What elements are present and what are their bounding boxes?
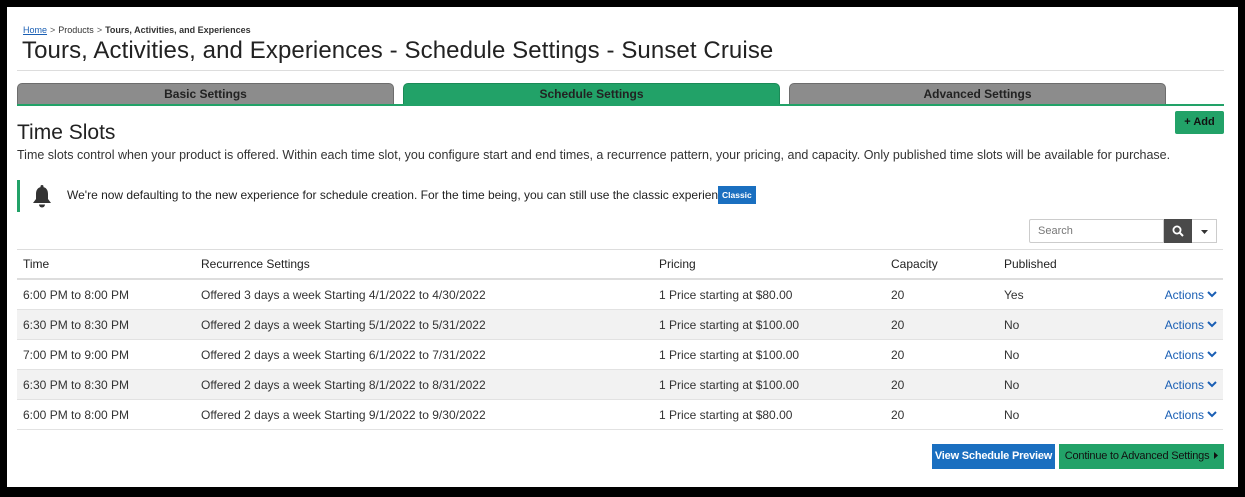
actions-dropdown[interactable]: Actions [1165, 318, 1217, 332]
cell-capacity: 20 [885, 369, 998, 400]
column-header-time[interactable]: Time [17, 249, 195, 280]
table-row: 7:00 PM to 9:00 PM Offered 2 days a week… [17, 339, 1223, 370]
column-header-capacity[interactable]: Capacity [885, 249, 998, 280]
cell-actions: Actions [1130, 369, 1223, 400]
cell-pricing: 1 Price starting at $100.00 [653, 339, 885, 370]
cell-pricing: 1 Price starting at $80.00 [653, 279, 885, 310]
notice-banner: We're now defaulting to the new experien… [17, 180, 1223, 212]
table-row: 6:00 PM to 8:00 PM Offered 3 days a week… [17, 279, 1223, 310]
cell-capacity: 20 [885, 399, 998, 430]
table-header-row: Time Recurrence Settings Pricing Capacit… [17, 249, 1223, 280]
chevron-down-icon [1207, 411, 1217, 418]
cell-actions: Actions [1130, 339, 1223, 370]
breadcrumb-current: Tours, Activities, and Experiences [105, 25, 251, 35]
actions-label: Actions [1164, 317, 1204, 332]
section-title: Time Slots [17, 121, 116, 144]
continue-to-advanced-settings-button[interactable]: Continue to Advanced Settings [1059, 444, 1224, 469]
table-row: 6:00 PM to 8:00 PM Offered 2 days a week… [17, 399, 1223, 430]
breadcrumb-home-link[interactable]: Home [23, 25, 47, 35]
tab-schedule-settings[interactable]: Schedule Settings [403, 83, 780, 104]
continue-button-label: Continue to Advanced Settings [1064, 450, 1210, 462]
column-header-actions [1130, 249, 1223, 280]
settings-tabs: Basic Settings Schedule Settings Advance… [17, 83, 1223, 105]
cell-pricing: 1 Price starting at $80.00 [653, 399, 885, 430]
chevron-down-icon [1207, 381, 1217, 388]
cell-recurrence: Offered 3 days a week Starting 4/1/2022 … [195, 279, 653, 310]
cell-actions: Actions [1130, 309, 1223, 340]
breadcrumb-separator: > [50, 25, 56, 35]
actions-label: Actions [1164, 407, 1204, 422]
actions-dropdown[interactable]: Actions [1165, 378, 1217, 392]
chevron-down-icon [1207, 351, 1217, 358]
actions-label: Actions [1164, 287, 1204, 302]
cell-recurrence: Offered 2 days a week Starting 5/1/2022 … [195, 309, 653, 340]
search-button[interactable] [1164, 219, 1192, 243]
plus-icon: + [1184, 116, 1191, 128]
caret-right-icon [1214, 451, 1219, 459]
time-slots-table: Time Recurrence Settings Pricing Capacit… [17, 249, 1223, 430]
cell-time: 6:00 PM to 8:00 PM [17, 399, 195, 430]
cell-recurrence: Offered 2 days a week Starting 9/1/2022 … [195, 399, 653, 430]
add-time-slot-button[interactable]: + Add [1175, 111, 1224, 134]
tab-advanced-settings[interactable]: Advanced Settings [789, 83, 1166, 104]
cell-pricing: 1 Price starting at $100.00 [653, 369, 885, 400]
app-window: Home > Products > Tours, Activities, and Exp… [7, 7, 1238, 487]
section-description: Time slots control when your product is … [17, 148, 1171, 162]
search-icon [1172, 225, 1184, 237]
search-options-dropdown[interactable] [1192, 219, 1217, 243]
cell-actions: Actions [1130, 399, 1223, 430]
cell-time: 7:00 PM to 9:00 PM [17, 339, 195, 370]
cell-published: Yes [998, 279, 1130, 310]
cell-published: No [998, 369, 1130, 400]
actions-dropdown[interactable]: Actions [1165, 348, 1217, 362]
cell-pricing: 1 Price starting at $100.00 [653, 309, 885, 340]
search-input[interactable] [1029, 219, 1164, 243]
cell-actions: Actions [1130, 279, 1223, 310]
caret-down-icon [1201, 230, 1208, 234]
page-title: Tours, Activities, and Experiences - Sch… [22, 37, 774, 64]
bell-icon [33, 185, 51, 208]
cell-recurrence: Offered 2 days a week Starting 8/1/2022 … [195, 369, 653, 400]
cell-capacity: 20 [885, 309, 998, 340]
actions-label: Actions [1164, 377, 1204, 392]
cell-recurrence: Offered 2 days a week Starting 6/1/2022 … [195, 339, 653, 370]
cell-published: No [998, 309, 1130, 340]
add-button-label: Add [1193, 116, 1215, 128]
chevron-down-icon [1207, 291, 1217, 298]
actions-dropdown[interactable]: Actions [1165, 288, 1217, 302]
table-row: 6:30 PM to 8:30 PM Offered 2 days a week… [17, 309, 1223, 340]
breadcrumb-separator: > [96, 25, 103, 35]
actions-label: Actions [1164, 347, 1204, 362]
table-row: 6:30 PM to 8:30 PM Offered 2 days a week… [17, 369, 1223, 400]
classic-experience-button[interactable]: Classic [718, 186, 756, 204]
column-header-published[interactable]: Published [998, 249, 1130, 280]
cell-published: No [998, 339, 1130, 370]
cell-capacity: 20 [885, 339, 998, 370]
actions-dropdown[interactable]: Actions [1165, 408, 1217, 422]
notice-text: We're now defaulting to the new experien… [67, 188, 735, 202]
column-header-pricing[interactable]: Pricing [653, 249, 885, 280]
cell-capacity: 20 [885, 279, 998, 310]
title-divider [17, 70, 1224, 71]
breadcrumb: Home > Products > Tours, Activities, and Exp… [23, 25, 251, 35]
view-schedule-preview-button[interactable]: View Schedule Preview [932, 444, 1055, 469]
tab-basic-settings[interactable]: Basic Settings [17, 83, 394, 104]
cell-time: 6:30 PM to 8:30 PM [17, 369, 195, 400]
cell-published: No [998, 399, 1130, 430]
breadcrumb-products: Products [58, 25, 94, 35]
cell-time: 6:30 PM to 8:30 PM [17, 309, 195, 340]
column-header-recurrence[interactable]: Recurrence Settings [195, 249, 653, 280]
cell-time: 6:00 PM to 8:00 PM [17, 279, 195, 310]
tab-divider [17, 104, 1224, 106]
chevron-down-icon [1207, 321, 1217, 328]
